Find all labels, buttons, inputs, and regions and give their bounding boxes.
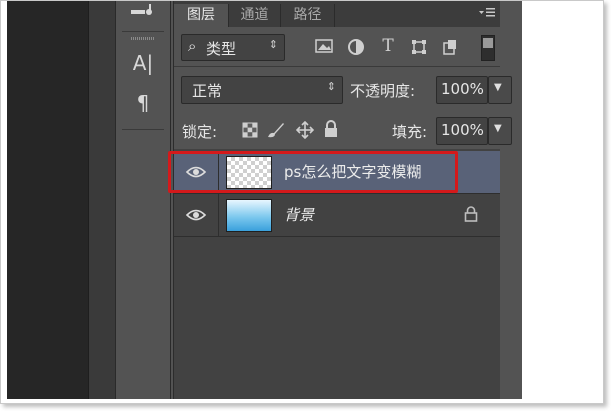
character-panel-icon[interactable]: A| bbox=[116, 51, 170, 75]
opacity-dropdown-button[interactable]: ▼ bbox=[488, 76, 512, 104]
type-filter-icon[interactable]: T bbox=[378, 36, 398, 56]
toolbar-divider bbox=[122, 129, 164, 130]
photoshop-window: A| ¶ 图层 通道 路径 ⌕ 类型 ⇕ T 正常 ⇕ 不透明度: 100% ▼… bbox=[7, 1, 522, 399]
chevron-down-icon: ▼ bbox=[494, 82, 502, 93]
screenshot-frame: A| ¶ 图层 通道 路径 ⌕ 类型 ⇕ T 正常 ⇕ 不透明度: 100% ▼… bbox=[0, 0, 604, 404]
panel-tabs: 图层 通道 路径 bbox=[174, 1, 500, 27]
layer-name[interactable]: 背景 bbox=[284, 194, 314, 236]
select-arrows-icon: ⇕ bbox=[268, 38, 278, 51]
lock-label: 锁定: bbox=[182, 123, 218, 141]
search-icon: ⌕ bbox=[188, 37, 197, 55]
layer-thumbnail-gradient bbox=[226, 199, 272, 232]
layer-lock-icon[interactable] bbox=[464, 206, 478, 222]
fill-label: 填充: bbox=[392, 123, 428, 141]
smart-object-filter-icon[interactable] bbox=[440, 38, 460, 60]
image-filter-icon[interactable] bbox=[314, 38, 334, 58]
chevron-down-icon: ▼ bbox=[494, 123, 502, 134]
filter-toggle-switch[interactable] bbox=[481, 35, 495, 61]
tab-channels[interactable]: 通道 bbox=[229, 4, 281, 27]
lock-move-icon[interactable] bbox=[295, 120, 315, 143]
filter-kind-select[interactable]: ⌕ 类型 ⇕ bbox=[181, 34, 285, 61]
panel-menu-icon[interactable] bbox=[478, 6, 496, 20]
filter-kind-label: 类型 bbox=[206, 40, 237, 58]
eye-icon bbox=[185, 209, 207, 221]
toolbar-grip[interactable] bbox=[131, 37, 155, 40]
canvas-area bbox=[7, 1, 88, 399]
layers-panel: 图层 通道 路径 ⌕ 类型 ⇕ T 正常 ⇕ 不透明度: 100% ▼ 锁定: … bbox=[173, 1, 512, 399]
tab-paths[interactable]: 路径 bbox=[281, 4, 335, 27]
opacity-input[interactable]: 100% bbox=[436, 76, 488, 104]
panel-divider bbox=[174, 66, 500, 67]
fill-input[interactable]: 100% bbox=[436, 117, 488, 145]
blend-mode-select[interactable]: 正常 ⇕ bbox=[181, 76, 343, 104]
lock-brush-icon[interactable] bbox=[266, 121, 286, 143]
lock-transparent-icon[interactable] bbox=[241, 122, 259, 142]
brush-tool-icon[interactable] bbox=[116, 1, 170, 29]
tab-layers[interactable]: 图层 bbox=[174, 4, 229, 27]
opacity-label: 不透明度: bbox=[350, 82, 416, 100]
shape-filter-icon[interactable] bbox=[409, 38, 429, 60]
visibility-toggle[interactable] bbox=[174, 194, 219, 236]
layer-row-background[interactable]: 背景 bbox=[174, 194, 500, 237]
fill-dropdown-button[interactable]: ▼ bbox=[488, 117, 512, 145]
opacity-value: 100% bbox=[441, 80, 484, 98]
paragraph-panel-icon[interactable]: ¶ bbox=[116, 91, 170, 115]
toolbar-divider bbox=[122, 31, 164, 32]
blend-mode-value: 正常 bbox=[192, 82, 223, 100]
panel-icon-bar: A| ¶ bbox=[115, 1, 171, 399]
select-arrows-icon: ⇕ bbox=[326, 80, 336, 93]
fill-value: 100% bbox=[441, 121, 484, 139]
highlight-box bbox=[168, 151, 458, 193]
lock-all-icon[interactable] bbox=[322, 120, 340, 142]
adjustment-filter-icon[interactable] bbox=[346, 38, 366, 60]
panel-dock-strip bbox=[88, 1, 116, 399]
